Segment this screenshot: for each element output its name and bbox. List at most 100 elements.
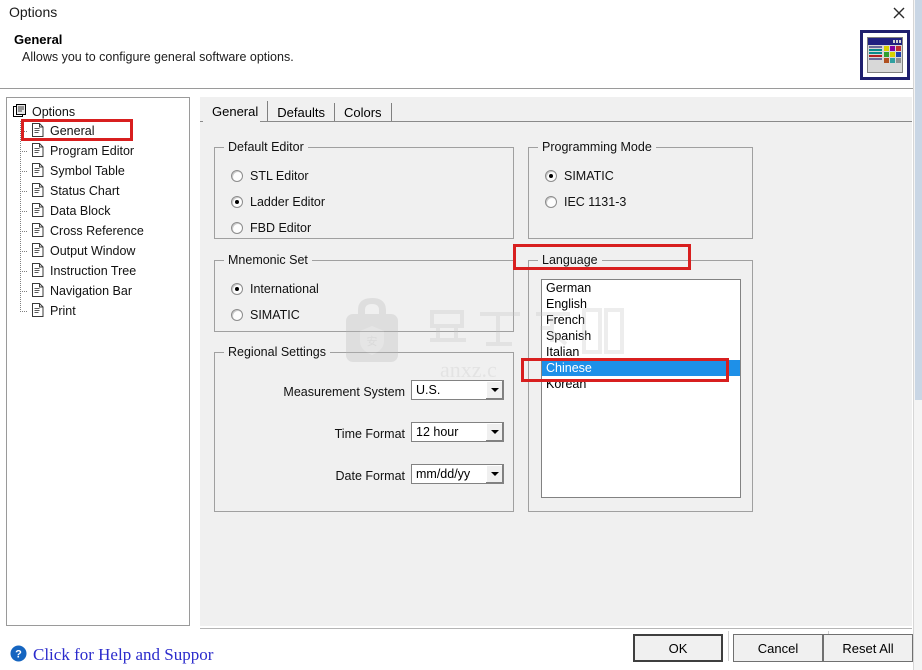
reset-all-button[interactable]: Reset All bbox=[823, 634, 913, 662]
active-tab-connector bbox=[203, 121, 260, 123]
page-scrollbar-thumb[interactable] bbox=[915, 0, 922, 400]
group-language: Language German English French Spanish Itali… bbox=[528, 253, 753, 512]
radio-simatic-mnemonic-mark bbox=[231, 309, 243, 321]
ok-button[interactable]: OK bbox=[633, 634, 723, 662]
sidebar-item-output-window[interactable]: Output Window bbox=[7, 241, 189, 261]
document-icon bbox=[31, 122, 44, 140]
chevron-down-icon[interactable] bbox=[485, 423, 503, 441]
tab-defaults[interactable]: Defaults bbox=[268, 103, 335, 122]
sidebar-item-print[interactable]: Print bbox=[7, 301, 189, 321]
combo-date-format[interactable]: mm/dd/yy bbox=[411, 464, 504, 484]
document-icon bbox=[31, 182, 44, 200]
page-description: Allows you to configure general software… bbox=[22, 50, 294, 64]
radio-iec-mode-label: IEC 1131-3 bbox=[564, 195, 627, 209]
options-tree-icon bbox=[13, 103, 27, 121]
radio-fbd-editor[interactable]: FBD Editor bbox=[231, 221, 311, 235]
radio-international[interactable]: International bbox=[231, 282, 319, 296]
sidebar-item-label: Program Editor bbox=[50, 144, 135, 158]
window-titlebar: Options bbox=[0, 0, 922, 28]
page-scrollbar[interactable] bbox=[913, 0, 922, 670]
language-option-chinese[interactable]: Chinese bbox=[542, 360, 740, 376]
language-option-italian[interactable]: Italian bbox=[542, 344, 740, 360]
tree-root-options[interactable]: Options bbox=[13, 103, 75, 121]
footer-divider-1 bbox=[728, 631, 729, 661]
radio-fbd-editor-label: FBD Editor bbox=[250, 221, 312, 235]
language-option-korean[interactable]: Korean bbox=[542, 376, 740, 392]
document-icon bbox=[31, 222, 44, 240]
radio-iec-mode[interactable]: IEC 1131-3 bbox=[545, 195, 626, 209]
label-date-format: Date Format bbox=[335, 469, 405, 483]
group-regional-settings: Regional Settings Measurement System U.S… bbox=[214, 345, 514, 512]
sidebar-item-general[interactable]: General bbox=[7, 121, 189, 141]
sidebar-item-label: Data Block bbox=[50, 204, 111, 218]
options-content-panel: General Defaults Colors Default Editor STL… bbox=[200, 97, 912, 626]
cancel-button[interactable]: Cancel bbox=[733, 634, 823, 662]
radio-ladder-editor[interactable]: Ladder Editor bbox=[231, 195, 325, 209]
options-dialog: Options General Allows you to configure … bbox=[0, 0, 922, 670]
dialog-header: General Allows you to configure general … bbox=[0, 28, 922, 88]
sidebar-item-instruction-tree[interactable]: Instruction Tree bbox=[7, 261, 189, 281]
group-programming-mode-title: Programming Mode bbox=[538, 140, 656, 154]
chevron-down-icon[interactable] bbox=[485, 465, 503, 483]
sidebar-item-label: Status Chart bbox=[50, 184, 120, 198]
label-measurement-system: Measurement System bbox=[283, 385, 405, 399]
tree-connector-horizontal bbox=[20, 291, 28, 292]
sidebar-item-status-chart[interactable]: Status Chart bbox=[7, 181, 189, 201]
document-icon bbox=[31, 262, 44, 280]
sidebar-item-label: Output Window bbox=[50, 244, 136, 258]
combo-time-format[interactable]: 12 hour bbox=[411, 422, 504, 442]
tree-connector-horizontal bbox=[20, 131, 28, 132]
window-title: Options bbox=[9, 4, 58, 20]
sidebar-item-label: Navigation Bar bbox=[50, 284, 132, 298]
group-programming-mode: Programming Mode SIMATIC IEC 1131-3 bbox=[528, 140, 753, 239]
tab-strip[interactable]: General Defaults Colors bbox=[203, 101, 392, 122]
language-option-german[interactable]: German bbox=[542, 280, 740, 296]
group-default-editor: Default Editor STL Editor Ladder Editor … bbox=[214, 140, 514, 239]
sidebar-item-navigation-bar[interactable]: Navigation Bar bbox=[7, 281, 189, 301]
tab-general[interactable]: General bbox=[203, 101, 269, 122]
group-mnemonic-set-title: Mnemonic Set bbox=[224, 253, 312, 267]
radio-simatic-mode[interactable]: SIMATIC bbox=[545, 169, 614, 183]
radio-stl-editor[interactable]: STL Editor bbox=[231, 169, 309, 183]
radio-ladder-editor-mark bbox=[231, 196, 243, 208]
chevron-down-icon[interactable] bbox=[485, 381, 503, 399]
language-option-french[interactable]: French bbox=[542, 312, 740, 328]
sidebar-item-symbol-table[interactable]: Symbol Table bbox=[7, 161, 189, 181]
group-mnemonic-set: Mnemonic Set International SIMATIC bbox=[214, 253, 514, 332]
tree-connector-horizontal bbox=[20, 191, 28, 192]
options-tree-panel[interactable]: Options General Program Editor Symbol Tabl… bbox=[6, 97, 190, 626]
radio-iec-mode-mark bbox=[545, 196, 557, 208]
header-separator bbox=[0, 88, 922, 89]
close-icon[interactable] bbox=[886, 2, 912, 24]
sidebar-item-data-block[interactable]: Data Block bbox=[7, 201, 189, 221]
language-option-english[interactable]: English bbox=[542, 296, 740, 312]
sidebar-item-program-editor[interactable]: Program Editor bbox=[7, 141, 189, 161]
tab-colors[interactable]: Colors bbox=[334, 103, 392, 122]
combo-measurement-system[interactable]: U.S. bbox=[411, 380, 504, 400]
sidebar-item-label: General bbox=[50, 124, 95, 138]
tree-connector-horizontal bbox=[20, 311, 28, 312]
sidebar-item-label: Symbol Table bbox=[50, 164, 125, 178]
tree-connector-horizontal bbox=[20, 271, 28, 272]
radio-stl-editor-label: STL Editor bbox=[250, 169, 309, 183]
sidebar-item-label: Cross Reference bbox=[50, 224, 144, 238]
radio-international-mark bbox=[231, 283, 243, 295]
options-dialog-preview-icon bbox=[860, 30, 910, 80]
language-listbox[interactable]: German English French Spanish Italian Chinese… bbox=[541, 279, 741, 498]
radio-fbd-editor-mark bbox=[231, 222, 243, 234]
tree-connector-horizontal bbox=[20, 251, 28, 252]
group-default-editor-title: Default Editor bbox=[224, 140, 308, 154]
sidebar-item-cross-reference[interactable]: Cross Reference bbox=[7, 221, 189, 241]
label-time-format: Time Format bbox=[334, 427, 405, 441]
language-option-spanish[interactable]: Spanish bbox=[542, 328, 740, 344]
combo-date-format-value: mm/dd/yy bbox=[416, 467, 471, 481]
tab-underline bbox=[200, 121, 912, 122]
radio-simatic-mode-label: SIMATIC bbox=[564, 169, 614, 183]
combo-time-format-value: 12 hour bbox=[416, 425, 459, 439]
sidebar-item-label: Print bbox=[50, 304, 76, 318]
document-icon bbox=[31, 142, 44, 160]
document-icon bbox=[31, 162, 44, 180]
help-and-support-link[interactable]: ? Click for Help and Suppor bbox=[10, 645, 213, 665]
radio-simatic-mnemonic[interactable]: SIMATIC bbox=[231, 308, 300, 322]
group-regional-settings-title: Regional Settings bbox=[224, 345, 330, 359]
